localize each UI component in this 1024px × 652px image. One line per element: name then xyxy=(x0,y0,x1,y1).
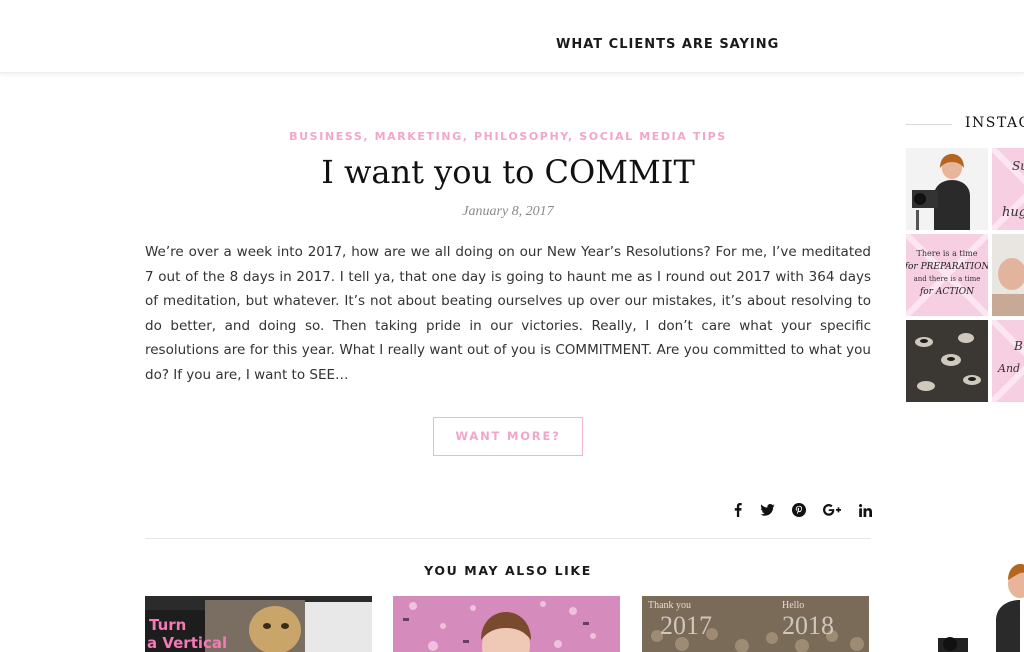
instagram-tile[interactable]: Su hug xyxy=(992,148,1024,230)
instagram-tile[interactable]: There is a time for PREPARATION and ther… xyxy=(906,234,988,316)
svg-text:And: And xyxy=(997,362,1020,375)
svg-text:Thank you: Thank you xyxy=(648,600,691,611)
top-navigation-bar: WHAT CLIENTS ARE SAYING xyxy=(0,0,1024,73)
category-link[interactable]: MARKETING xyxy=(375,130,463,143)
svg-text:Su: Su xyxy=(1012,159,1024,173)
section-divider xyxy=(145,538,871,539)
category-link[interactable]: PHILOSOPHY xyxy=(474,130,568,143)
twitter-icon[interactable] xyxy=(757,501,777,519)
svg-text:There is a time: There is a time xyxy=(917,249,978,258)
svg-text:for PREPARATION: for PREPARATION xyxy=(906,262,988,272)
sidebar-about-image xyxy=(936,560,1024,652)
svg-text:and there is a time: and there is a time xyxy=(914,275,981,283)
linkedin-icon[interactable] xyxy=(855,501,875,519)
post-excerpt: We’re over a week into 2017, how are we … xyxy=(145,244,871,383)
related-post-thumbnail[interactable] xyxy=(393,596,620,652)
svg-text:Hello: Hello xyxy=(782,600,804,611)
category-link[interactable]: SOCIAL MEDIA TIPS xyxy=(579,130,727,143)
svg-text:2017: 2017 xyxy=(660,611,712,640)
post-date: January 8, 2017 xyxy=(462,204,554,219)
post-categories: BUSINESS, MARKETING, PHILOSOPHY, SOCIAL … xyxy=(289,130,727,143)
svg-text:a Vertical: a Vertical xyxy=(147,634,227,652)
related-post-thumbnail[interactable]: Thank you Hello 2017 2018 xyxy=(642,596,869,652)
svg-text:2018: 2018 xyxy=(782,611,834,640)
nav-link-what-clients-are-saying[interactable]: WHAT CLIENTS ARE SAYING xyxy=(556,37,779,52)
instagram-tile[interactable] xyxy=(906,320,988,402)
category-link[interactable]: BUSINESS xyxy=(289,130,363,143)
instagram-tile[interactable]: B And xyxy=(992,320,1024,402)
related-post-thumbnail[interactable]: Turn a Vertical xyxy=(145,596,372,652)
want-more-button[interactable]: WANT MORE? xyxy=(433,417,583,456)
pinterest-icon[interactable] xyxy=(789,501,809,519)
instagram-tile[interactable] xyxy=(992,234,1024,316)
post-title[interactable]: I want you to COMMIT xyxy=(145,153,871,191)
svg-text:hug: hug xyxy=(1002,205,1024,220)
sidebar-heading-rule xyxy=(906,124,952,125)
related-posts-heading: YOU MAY ALSO LIKE xyxy=(424,563,592,578)
svg-text:B: B xyxy=(1013,339,1023,353)
facebook-icon[interactable] xyxy=(728,501,748,519)
instagram-widget-heading: INSTAG xyxy=(965,115,1024,131)
svg-text:for ACTION: for ACTION xyxy=(919,287,975,297)
google-plus-icon[interactable] xyxy=(821,501,843,519)
instagram-tile[interactable] xyxy=(906,148,988,230)
svg-text:Turn: Turn xyxy=(149,616,186,634)
